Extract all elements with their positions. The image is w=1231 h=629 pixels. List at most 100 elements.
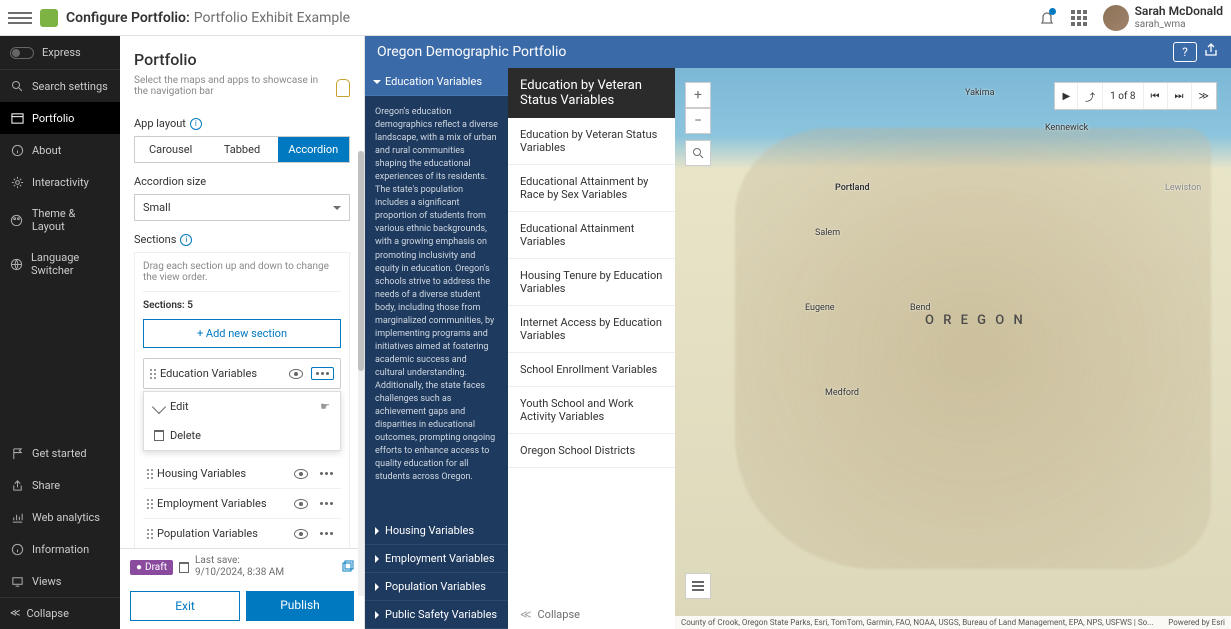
subpanel-collapse[interactable]: ≪Collapse [508,600,675,629]
search-settings[interactable]: Search settings [0,70,120,102]
trash-icon[interactable] [179,562,189,573]
drag-handle-icon[interactable] [150,369,152,379]
exit-button[interactable]: Exit [130,591,240,621]
more-options-button[interactable] [316,528,337,539]
preview-title: Oregon Demographic Portfolio [377,44,566,60]
sidenav-collapse[interactable]: ≪Collapse [0,597,120,629]
drag-handle-icon[interactable] [147,469,149,479]
chevron-icon [375,555,379,563]
info-icon [10,542,24,556]
section-row[interactable]: Population Variables [143,519,341,548]
page-export-button[interactable]: ⤴ [1078,83,1103,109]
section-row[interactable]: Housing Variables [143,459,341,489]
chevron-down-icon [333,206,341,210]
map-canvas[interactable]: + − ▶ ⤴ 1 of 8 ⏮ ⏭ ≫ Yakima Kennewick Le… [675,68,1231,629]
visibility-icon[interactable] [289,369,303,379]
sublist-item[interactable]: Oregon School Districts [508,434,675,468]
page-next-button[interactable]: ⏭ [1168,83,1192,109]
publish-button[interactable]: Publish [246,591,354,621]
config-header: Portfolio [120,36,364,75]
visibility-icon[interactable] [294,529,308,539]
layout-segmented[interactable]: Carousel Tabbed Accordion [134,136,350,163]
lastsave-label: Last save: [195,555,284,567]
nav-population[interactable]: Population Variables [365,573,508,601]
sidenav-item-about[interactable]: About [0,134,120,166]
search-icon [10,79,24,93]
layout-carousel[interactable]: Carousel [135,137,206,162]
chevron-icon [373,80,381,84]
pencil-icon [152,399,166,413]
config-hint: Select the maps and apps to showcase in … [134,75,328,97]
applayout-label: App layout [134,117,186,130]
sublist-item[interactable]: Internet Access by Education Variables [508,306,675,353]
nav-education[interactable]: Education Variables [365,68,508,96]
sidenav-item-web-analytics[interactable]: Web analytics [0,501,120,533]
add-section-button[interactable]: + Add new section [143,319,341,348]
chart-icon [10,510,24,524]
sidenav-item-share[interactable]: Share [0,469,120,501]
more-options-button[interactable] [311,367,334,380]
help-button[interactable]: ? [1173,42,1197,62]
chevron-icon [375,527,379,535]
chevron-icon [375,611,379,619]
sublist-item[interactable]: Youth School and Work Activity Variables [508,387,675,434]
map-search-button[interactable] [685,140,711,166]
layout-icon [10,111,24,125]
sidenav-item-interactivity[interactable]: Interactivity [0,166,120,198]
state-label: O R E G O N [925,313,1026,328]
copy-icon[interactable] [340,560,354,574]
page-play-button[interactable]: ▶ [1055,83,1078,109]
user-avatar[interactable] [1103,5,1129,31]
sidenav-item-language-switcher[interactable]: Language Switcher [0,242,120,286]
nav-description: Oregon's education demographics reflect … [365,96,508,517]
lastsave-time: 9/10/2024, 8:38 AM [195,567,284,579]
user-handle: sarah_wma [1135,19,1223,30]
drag-handle-icon[interactable] [147,529,149,539]
section-row[interactable]: Education Variables [143,358,341,389]
more-options-button[interactable] [316,498,337,509]
share-icon [10,478,24,492]
express-toggle-row[interactable]: Express [0,36,120,70]
sublist-item[interactable]: Housing Tenure by Education Variables [508,259,675,306]
apps-grid-icon[interactable] [1063,2,1095,34]
info-icon[interactable]: i [190,118,202,130]
menu-edit[interactable]: Edit☛ [144,392,340,421]
toggle-icon[interactable] [10,47,34,59]
section-row[interactable]: Employment Variables [143,489,341,519]
info-icon[interactable]: i [180,234,192,246]
sidenav-item-information[interactable]: Information [0,533,120,565]
sublist-item[interactable]: Educational Attainment by Race by Sex Va… [508,165,675,212]
sublist-item[interactable]: Education by Veteran Status Variables [508,118,675,165]
layout-tabbed[interactable]: Tabbed [206,137,277,162]
gear-icon [10,175,24,189]
notifications-icon[interactable] [1031,2,1063,34]
sidenav-item-get-started[interactable]: Get started [0,437,120,469]
user-block: Sarah McDonald sarah_wma [1135,5,1223,29]
page-last-button[interactable]: ≫ [1192,83,1216,109]
sidenav-item-views[interactable]: Views [0,565,120,597]
nav-housing[interactable]: Housing Variables [365,517,508,545]
menu-icon[interactable] [8,6,32,30]
page-first-button[interactable]: ⏮ [1144,83,1168,109]
share-icon[interactable] [1203,42,1219,58]
legend-button[interactable] [685,573,711,599]
nav-employment[interactable]: Employment Variables [365,545,508,573]
subpanel-title: Education by Veteran Status Variables [508,68,675,118]
sublist-item[interactable]: School Enrollment Variables [508,353,675,387]
nav-safety[interactable]: Public Safety Variables [365,601,508,629]
more-options-button[interactable] [316,468,337,479]
accsize-select[interactable]: Small [134,194,350,221]
drag-handle-icon[interactable] [147,499,149,509]
visibility-icon[interactable] [294,499,308,509]
context-menu: Edit☛ Delete [143,391,341,451]
sidenav-item-portfolio[interactable]: Portfolio [0,102,120,134]
visibility-icon[interactable] [294,469,308,479]
menu-delete[interactable]: Delete [144,421,340,450]
sublist-item[interactable]: Educational Attainment Variables [508,212,675,259]
zoom-in-button[interactable]: + [685,82,711,108]
sidenav-item-theme-layout[interactable]: Theme & Layout [0,198,120,242]
layout-accordion[interactable]: Accordion [278,137,349,162]
draft-badge: ● Draft [130,560,173,575]
scrollbar-thumb[interactable] [358,151,364,371]
zoom-out-button[interactable]: − [685,108,711,134]
